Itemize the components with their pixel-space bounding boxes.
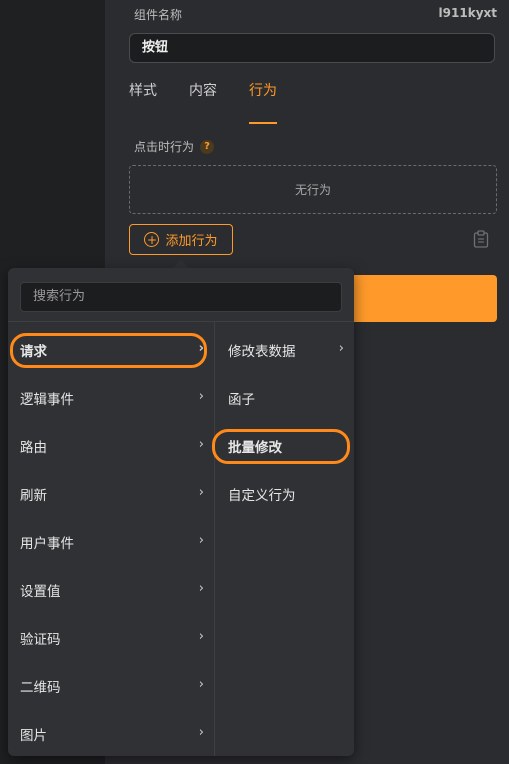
menu-item-functor[interactable]: 函子 xyxy=(215,374,354,422)
menu-item-label: 自定义行为 xyxy=(228,488,296,504)
chevron-right-icon: › xyxy=(198,629,204,644)
tab-style[interactable]: 样式 xyxy=(129,78,157,112)
action-list: 修改表数据 › 函子 批量修改 自定义行为 xyxy=(215,326,354,518)
click-behavior-label: 点击时行为 ? xyxy=(134,138,215,155)
component-name-label: 组件名称 xyxy=(134,8,183,22)
menu-item-captcha[interactable]: 验证码 › xyxy=(8,614,214,662)
dropdown-caret xyxy=(173,260,189,268)
menu-item-label: 验证码 xyxy=(20,632,61,648)
menu-item-qrcode[interactable]: 二维码 › xyxy=(8,662,214,710)
clipboard-icon[interactable] xyxy=(473,230,489,248)
chevron-right-icon: › xyxy=(198,677,204,692)
chevron-right-icon: › xyxy=(198,581,204,596)
chevron-right-icon: › xyxy=(198,533,204,548)
menu-item-label: 修改表数据 xyxy=(228,344,296,360)
plus-circle-icon: + xyxy=(144,232,160,247)
menu-item-label: 二维码 xyxy=(20,680,61,696)
menu-item-batch-modify[interactable]: 批量修改 xyxy=(215,422,354,470)
add-behavior-label: 添加行为 xyxy=(165,234,218,249)
empty-behavior-box: 无行为 xyxy=(129,165,497,214)
menu-item-label: 设置值 xyxy=(20,584,61,600)
chevron-right-icon: › xyxy=(198,341,204,356)
help-icon[interactable]: ? xyxy=(200,139,215,154)
menu-item-label: 函子 xyxy=(228,392,255,408)
click-behavior-label-text: 点击时行为 xyxy=(134,140,195,154)
chevron-right-icon: › xyxy=(198,485,204,500)
tab-content[interactable]: 内容 xyxy=(189,78,217,112)
component-name-input[interactable]: 按钮 xyxy=(129,33,495,63)
menu-item-image[interactable]: 图片 › xyxy=(8,710,214,756)
menu-item-user-event[interactable]: 用户事件 › xyxy=(8,518,214,566)
primary-action-bar[interactable] xyxy=(340,275,497,322)
component-id: l911kyxt xyxy=(438,6,497,20)
tab-bar: 样式 内容 行为 xyxy=(129,78,309,124)
chevron-right-icon: › xyxy=(338,341,344,356)
chevron-right-icon: › xyxy=(198,389,204,404)
tab-behavior[interactable]: 行为 xyxy=(249,78,277,124)
menu-item-custom-behavior[interactable]: 自定义行为 xyxy=(215,470,354,518)
chevron-right-icon: › xyxy=(198,725,204,740)
chevron-right-icon: › xyxy=(198,437,204,452)
menu-item-label: 逻辑事件 xyxy=(20,392,74,408)
menu-item-request[interactable]: 请求 › xyxy=(8,326,214,374)
menu-item-label: 用户事件 xyxy=(20,536,74,552)
dropdown-divider xyxy=(8,321,354,322)
behavior-dropdown: 搜索行为 请求 › 逻辑事件 › 路由 › 刷新 › 用户事件 › 设置值 › … xyxy=(8,268,354,756)
menu-item-label: 请求 xyxy=(20,344,47,360)
menu-item-label: 图片 xyxy=(20,728,47,744)
menu-item-label: 路由 xyxy=(20,440,47,456)
search-behavior-input[interactable]: 搜索行为 xyxy=(20,282,342,312)
menu-item-modify-table-data[interactable]: 修改表数据 › xyxy=(215,326,354,374)
add-behavior-button[interactable]: + 添加行为 xyxy=(129,224,233,255)
menu-item-label: 批量修改 xyxy=(228,440,282,456)
menu-item-route[interactable]: 路由 › xyxy=(8,422,214,470)
menu-item-logic-event[interactable]: 逻辑事件 › xyxy=(8,374,214,422)
menu-item-label: 刷新 xyxy=(20,488,47,504)
menu-item-set-value[interactable]: 设置值 › xyxy=(8,566,214,614)
category-list: 请求 › 逻辑事件 › 路由 › 刷新 › 用户事件 › 设置值 › 验证码 ›… xyxy=(8,326,214,756)
menu-item-refresh[interactable]: 刷新 › xyxy=(8,470,214,518)
